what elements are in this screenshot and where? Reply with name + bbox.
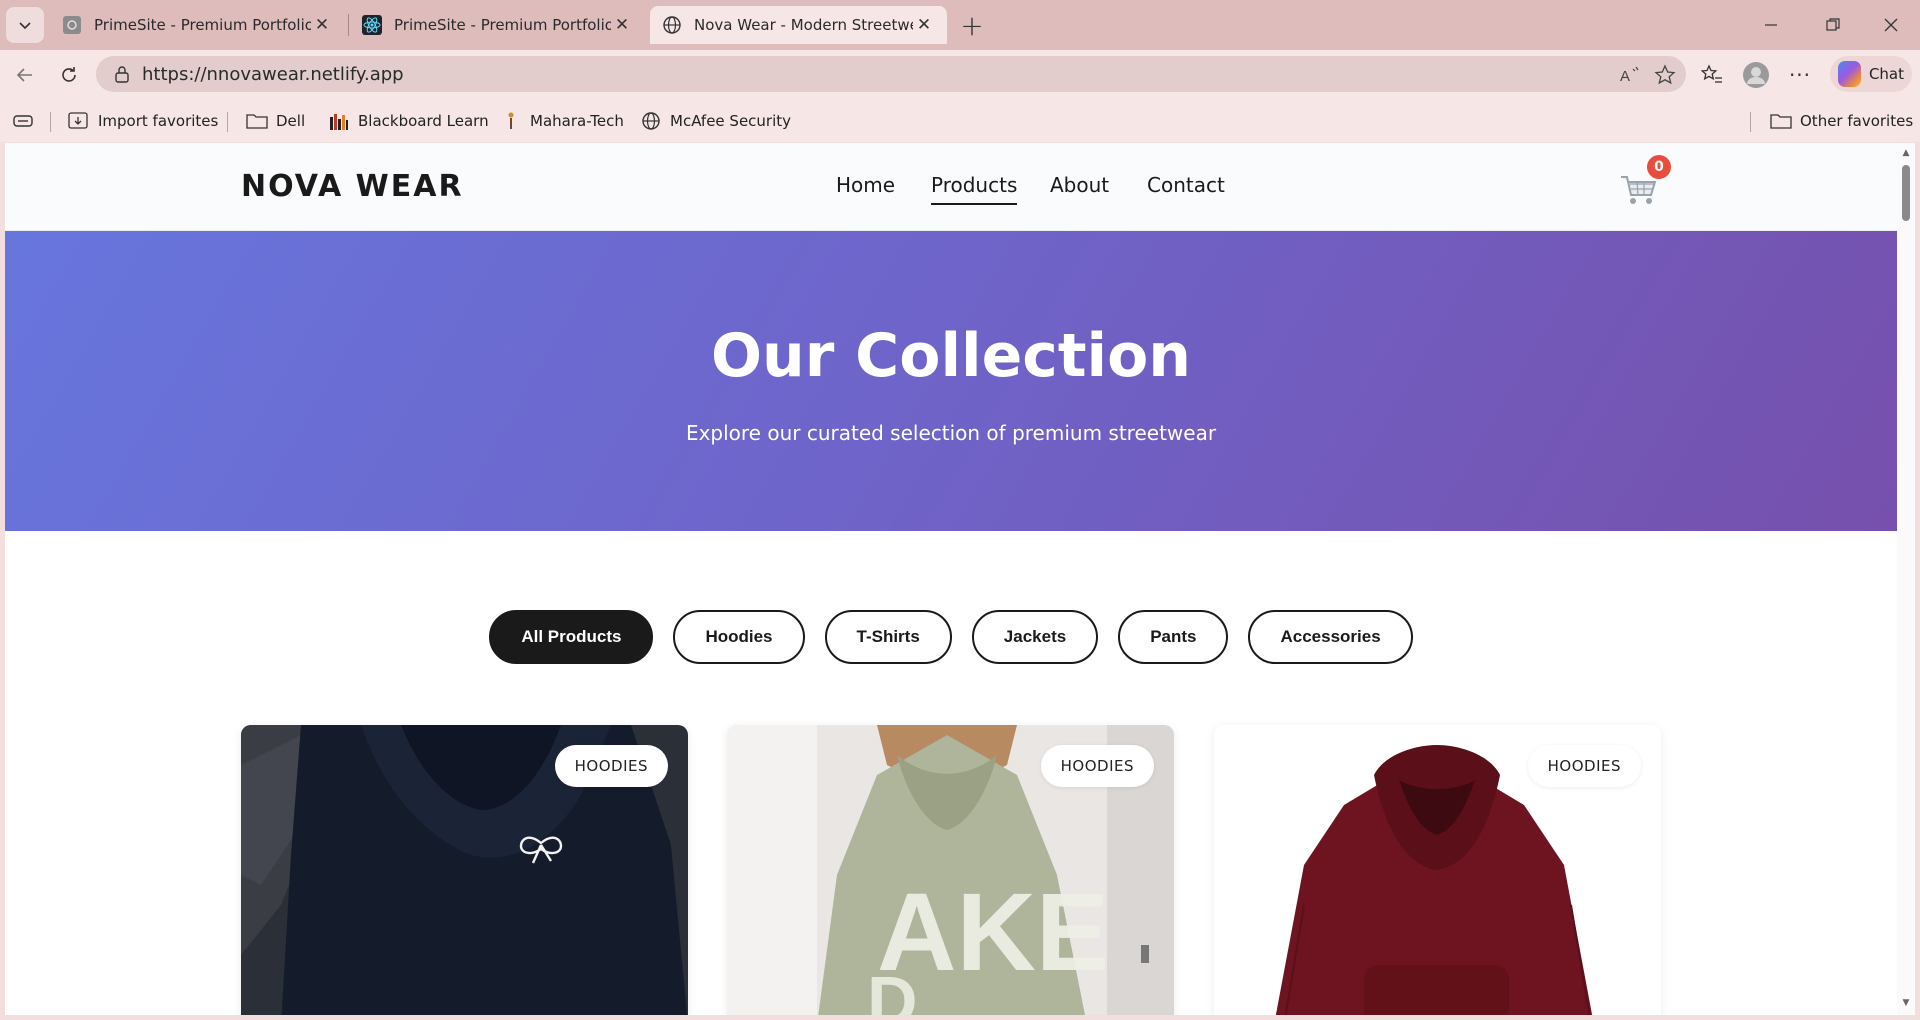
bookmark-import-favorites[interactable]: Import favorites <box>68 110 218 132</box>
blackboard-icon <box>328 111 350 131</box>
tab-title: Nova Wear - Modern Streetwear F <box>694 16 913 34</box>
back-button[interactable] <box>8 58 42 92</box>
chat-label: Chat <box>1868 65 1904 83</box>
import-icon <box>68 111 90 131</box>
close-tab-icon[interactable]: ✕ <box>913 14 935 36</box>
nav-home-link[interactable]: Home <box>836 173 895 197</box>
restore-icon <box>1826 18 1840 31</box>
address-bar[interactable]: https://nnovawear.netlify.app A <box>96 56 1686 92</box>
page-title: Our Collection <box>710 321 1192 391</box>
favorites-bar: Import favorites Dell Blackboard Learn M… <box>0 100 1920 142</box>
tab-title: PrimeSite - Premium Portfolio <box>94 16 311 34</box>
close-icon <box>1884 18 1898 32</box>
primesite-favicon-icon <box>62 15 82 35</box>
scrollbar-thumb[interactable] <box>1902 165 1910 221</box>
tab-primesite-2[interactable]: PrimeSite - Premium Portfolio ✕ <box>350 6 645 44</box>
refresh-button[interactable] <box>52 58 86 92</box>
site-info-icon[interactable] <box>102 65 142 83</box>
nav-about-link[interactable]: About <box>1050 173 1109 197</box>
bookmark-label: Dell <box>276 112 306 130</box>
scroll-up-arrow-icon[interactable]: ▲ <box>1900 147 1912 159</box>
divider <box>1750 112 1751 132</box>
tab-bar: PrimeSite - Premium Portfolio ✕ PrimeSit… <box>0 0 1920 50</box>
tab-divider <box>348 14 349 36</box>
filter-all-products-button[interactable]: All Products <box>489 610 654 664</box>
chevron-down-icon <box>19 22 31 30</box>
hero-banner: Our Collection Explore our curated selec… <box>5 231 1897 531</box>
new-tab-button[interactable]: + <box>954 8 990 42</box>
tab-nova-wear[interactable]: Nova Wear - Modern Streetwear F ✕ <box>650 6 947 44</box>
bookmark-mcafee-security[interactable]: McAfee Security <box>640 110 791 132</box>
bookmark-label: Blackboard Learn <box>358 112 489 130</box>
filter-pants-button[interactable]: Pants <box>1118 610 1229 664</box>
react-favicon-icon <box>362 15 382 35</box>
filter-tshirts-button[interactable]: T-Shirts <box>824 610 952 664</box>
category-badge: HOODIES <box>554 745 668 787</box>
url-text: https://nnovawear.netlify.app <box>142 63 404 85</box>
filter-hoodies-button[interactable]: Hoodies <box>673 610 805 664</box>
bookmark-mahara-tech[interactable]: Mahara-Tech <box>500 110 624 132</box>
filter-jackets-button[interactable]: Jackets <box>971 610 1099 664</box>
profile-button[interactable] <box>1738 58 1774 92</box>
page-subtitle: Explore our curated selection of premium… <box>685 421 1217 445</box>
tab-primesite-1[interactable]: PrimeSite - Premium Portfolio ✕ <box>50 6 345 44</box>
nav-products-link[interactable]: Products <box>931 173 1018 205</box>
bookmark-dell[interactable]: Dell <box>246 110 305 132</box>
close-tab-icon[interactable]: ✕ <box>311 14 333 36</box>
collections-icon <box>12 111 34 131</box>
filter-accessories-button[interactable]: Accessories <box>1248 610 1413 664</box>
product-card[interactable]: AKE D HOODIES <box>727 725 1174 1015</box>
bookmark-label: Other favorites <box>1800 112 1914 130</box>
favorites-list-icon <box>1701 64 1722 83</box>
copilot-icon <box>1838 61 1861 87</box>
tab-actions-button[interactable] <box>6 7 44 43</box>
arrow-left-icon <box>16 68 32 82</box>
bookmark-label: Mahara-Tech <box>530 112 624 130</box>
nav-contact-link[interactable]: Contact <box>1147 173 1225 197</box>
site-header: NOVA WEAR Home Products About Contact 0 <box>5 143 1897 231</box>
refresh-icon <box>62 67 76 82</box>
mahara-icon <box>500 111 522 131</box>
category-badge: HOODIES <box>1040 745 1154 787</box>
category-badge: HOODIES <box>1527 745 1641 787</box>
collections-button[interactable] <box>12 110 42 132</box>
copilot-chat-button[interactable]: Chat <box>1830 56 1912 92</box>
folder-icon <box>1770 111 1792 131</box>
close-window-button[interactable] <box>1862 0 1920 50</box>
bookmark-label: McAfee Security <box>670 112 792 130</box>
avatar-icon <box>1743 62 1769 88</box>
svg-text:A: A <box>1620 68 1630 85</box>
page-scrollbar[interactable]: ▲ ▼ <box>1897 143 1915 1015</box>
settings-more-button[interactable]: ··· <box>1782 58 1818 92</box>
bookmark-label: Import favorites <box>98 112 219 130</box>
svg-text:D: D <box>867 962 918 1015</box>
divider <box>227 112 228 132</box>
site-logo[interactable]: NOVA WEAR <box>241 169 464 204</box>
globe-favicon-icon <box>662 15 682 35</box>
page-viewport: NOVA WEAR Home Products About Contact 0 … <box>5 143 1897 1015</box>
close-tab-icon[interactable]: ✕ <box>611 14 633 36</box>
globe-icon <box>640 111 662 131</box>
scroll-down-arrow-icon[interactable]: ▼ <box>1900 997 1912 1009</box>
cart-count-badge: 0 <box>1645 153 1673 181</box>
divider <box>50 112 51 132</box>
favorite-star-icon[interactable] <box>1652 62 1678 88</box>
more-dots-icon: ··· <box>1788 63 1812 87</box>
category-filter-bar: All Products Hoodies T-Shirts Jackets Pa… <box>5 610 1897 666</box>
minimize-icon <box>1765 24 1777 26</box>
restore-button[interactable] <box>1804 0 1862 50</box>
read-aloud-icon[interactable]: A <box>1618 62 1644 88</box>
favorites-button[interactable] <box>1694 58 1730 92</box>
bookmark-blackboard-learn[interactable]: Blackboard Learn <box>328 110 489 132</box>
product-card[interactable]: HOODIES <box>241 725 688 1015</box>
product-card[interactable]: HOODIES <box>1214 725 1661 1015</box>
minimize-button[interactable] <box>1742 0 1800 50</box>
address-toolbar: https://nnovawear.netlify.app A ··· Chat <box>0 50 1920 100</box>
tab-title: PrimeSite - Premium Portfolio <box>394 16 611 34</box>
folder-icon <box>246 111 268 131</box>
bookmark-other-favorites[interactable]: Other favorites <box>1770 110 1913 132</box>
